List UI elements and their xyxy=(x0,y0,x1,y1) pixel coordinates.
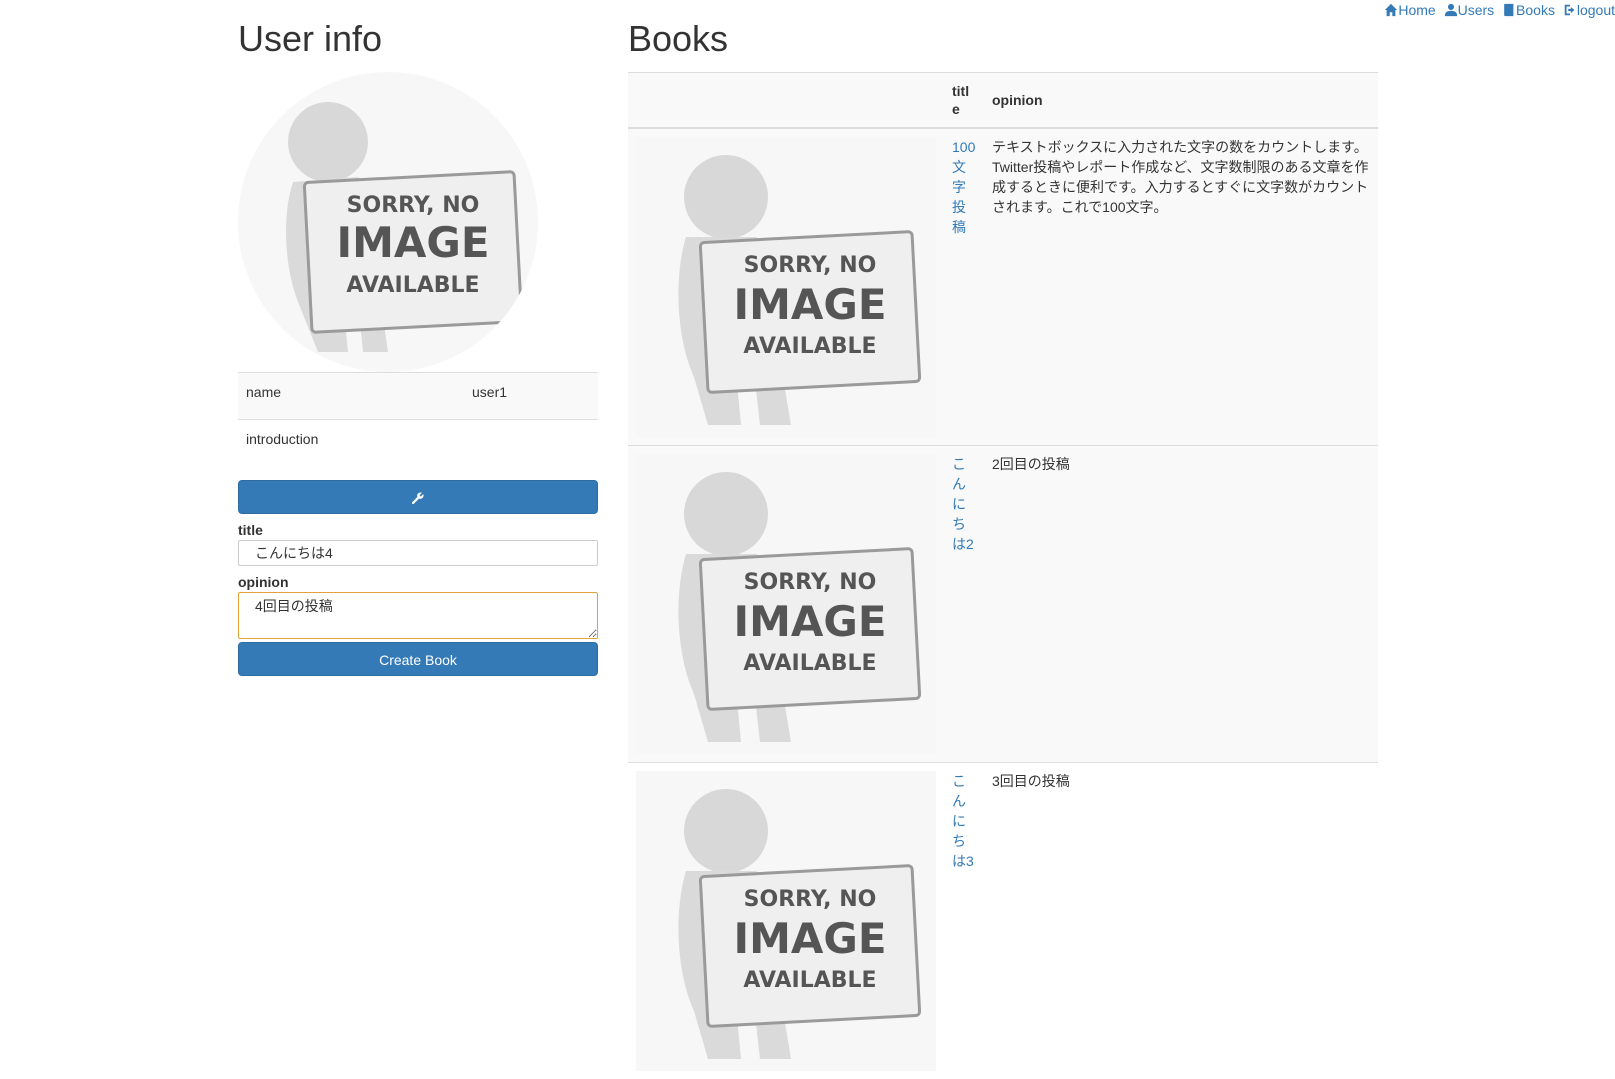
no-image-line2: IMAGE xyxy=(733,914,886,963)
user-info-panel: User info SORRY, NO IMAGE AVAILABLE name… xyxy=(238,0,598,676)
no-image-line3: AVAILABLE xyxy=(346,273,479,298)
user-info-heading: User info xyxy=(238,18,598,60)
no-image-line3: AVAILABLE xyxy=(743,651,876,676)
book-icon xyxy=(1502,3,1516,17)
books-heading: Books xyxy=(628,18,1378,60)
no-image-placeholder: SORRY, NO IMAGE AVAILABLE xyxy=(636,454,936,754)
book-title-link[interactable]: 100文字投稿 xyxy=(952,139,975,235)
nav-home-label[interactable]: Home xyxy=(1398,0,1435,20)
no-image-line1: SORRY, NO xyxy=(744,253,877,278)
no-image-line2: IMAGE xyxy=(336,218,489,267)
user-info-value: user1 xyxy=(464,373,598,420)
book-row: SORRY, NO IMAGE AVAILABLE こんにちは3 3回目の投稿 xyxy=(628,763,1378,1079)
book-title-cell: 100文字投稿 xyxy=(944,128,984,446)
nav-books-link[interactable]: Books xyxy=(1502,0,1555,20)
no-image-line3: AVAILABLE xyxy=(743,968,876,993)
logout-icon xyxy=(1563,3,1577,17)
column-header-title: title xyxy=(944,73,984,129)
nav-users-label[interactable]: Users xyxy=(1458,0,1495,20)
title-label: title xyxy=(238,522,598,538)
books-header-row: title opinion xyxy=(628,73,1378,129)
books-panel: Books title opinion SORRY, NO IMAGE xyxy=(628,0,1378,1079)
no-image-line3: AVAILABLE xyxy=(743,334,876,359)
no-image-placeholder: SORRY, NO IMAGE AVAILABLE xyxy=(238,72,538,372)
books-table: title opinion SORRY, NO IMAGE AVAILABLE xyxy=(628,72,1378,1079)
book-image-cell: SORRY, NO IMAGE AVAILABLE xyxy=(628,446,944,763)
user-info-row-name: name user1 xyxy=(238,373,598,420)
book-image-cell: SORRY, NO IMAGE AVAILABLE xyxy=(628,128,944,446)
top-nav: Home Users Books logout xyxy=(1380,0,1615,20)
user-avatar: SORRY, NO IMAGE AVAILABLE xyxy=(238,72,538,372)
column-header-image xyxy=(628,73,944,129)
user-info-value xyxy=(464,420,598,467)
no-image-line2: IMAGE xyxy=(733,280,886,329)
user-info-label: introduction xyxy=(238,420,464,467)
book-image-cell: SORRY, NO IMAGE AVAILABLE xyxy=(628,763,944,1079)
create-book-button[interactable]: Create Book xyxy=(238,642,598,676)
user-info-row-introduction: introduction xyxy=(238,420,598,467)
new-book-form: title opinion 4回目の投稿 Create Book xyxy=(238,522,598,676)
home-icon xyxy=(1384,3,1398,17)
book-row: SORRY, NO IMAGE AVAILABLE こんにちは2 2回目の投稿 xyxy=(628,446,1378,763)
book-title-link[interactable]: こんにちは3 xyxy=(952,773,974,869)
no-image-line2: IMAGE xyxy=(733,597,886,646)
book-opinion-cell: 3回目の投稿 xyxy=(984,763,1378,1079)
no-image-placeholder: SORRY, NO IMAGE AVAILABLE xyxy=(636,137,936,437)
user-info-table: name user1 introduction xyxy=(238,372,598,466)
nav-users-link[interactable]: Users xyxy=(1444,0,1495,20)
column-header-opinion: opinion xyxy=(984,73,1378,129)
nav-books-label[interactable]: Books xyxy=(1516,0,1555,20)
nav-logout-link[interactable]: logout xyxy=(1563,0,1615,20)
user-info-label: name xyxy=(238,373,464,420)
nav-logout-label[interactable]: logout xyxy=(1577,0,1615,20)
no-image-line1: SORRY, NO xyxy=(347,193,480,218)
nav-home-link[interactable]: Home xyxy=(1384,0,1435,20)
title-input[interactable] xyxy=(238,540,598,566)
no-image-line1: SORRY, NO xyxy=(744,570,877,595)
no-image-placeholder: SORRY, NO IMAGE AVAILABLE xyxy=(636,771,936,1071)
book-opinion-cell: テキストボックスに入力された文字の数をカウントします。 Twitter投稿やレポ… xyxy=(984,128,1378,446)
opinion-label: opinion xyxy=(238,574,598,590)
edit-user-button[interactable] xyxy=(238,480,598,514)
opinion-textarea[interactable]: 4回目の投稿 xyxy=(238,592,598,639)
no-image-line1: SORRY, NO xyxy=(744,887,877,912)
book-title-cell: こんにちは3 xyxy=(944,763,984,1079)
wrench-icon xyxy=(411,491,425,505)
book-title-cell: こんにちは2 xyxy=(944,446,984,763)
book-row: SORRY, NO IMAGE AVAILABLE 100文字投稿 テキストボッ… xyxy=(628,128,1378,446)
book-opinion-cell: 2回目の投稿 xyxy=(984,446,1378,763)
user-icon xyxy=(1444,3,1458,17)
book-title-link[interactable]: こんにちは2 xyxy=(952,456,974,552)
